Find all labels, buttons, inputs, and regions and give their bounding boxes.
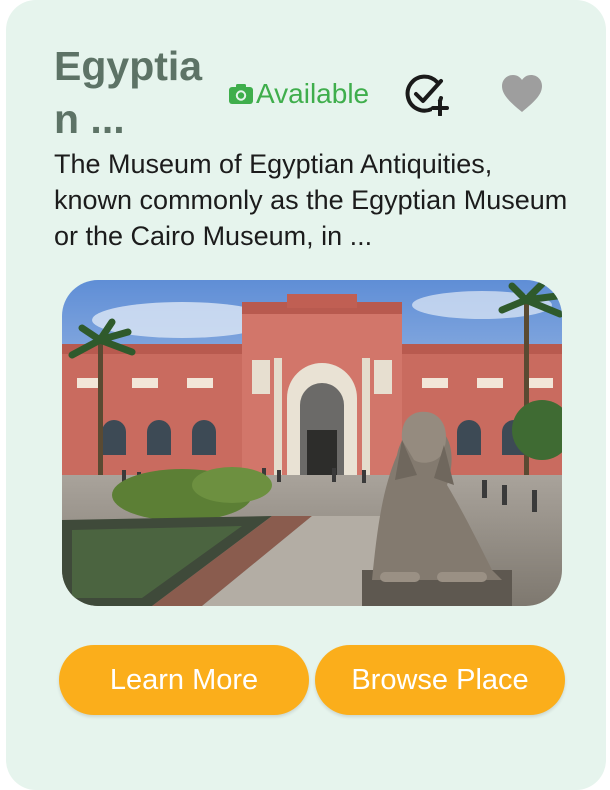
camera-icon	[229, 84, 253, 104]
heart-icon	[502, 75, 542, 112]
museum-photo-illustration	[62, 280, 562, 606]
place-title: Egyptia n ...	[54, 43, 203, 142]
availability-status: Available	[228, 76, 369, 112]
place-card: Egyptia n ... Available The Museum of Eg…	[6, 0, 606, 790]
place-photo	[62, 280, 562, 606]
check-circle-plus-icon	[405, 74, 449, 117]
favorite-button[interactable]	[500, 74, 544, 114]
browse-place-button[interactable]: Browse Place	[315, 645, 565, 715]
availability-label: Available	[256, 78, 370, 109]
place-description: The Museum of Egyptian Antiquities, know…	[54, 149, 568, 251]
learn-more-button[interactable]: Learn More	[59, 645, 309, 715]
add-to-visited-button[interactable]	[404, 72, 452, 117]
